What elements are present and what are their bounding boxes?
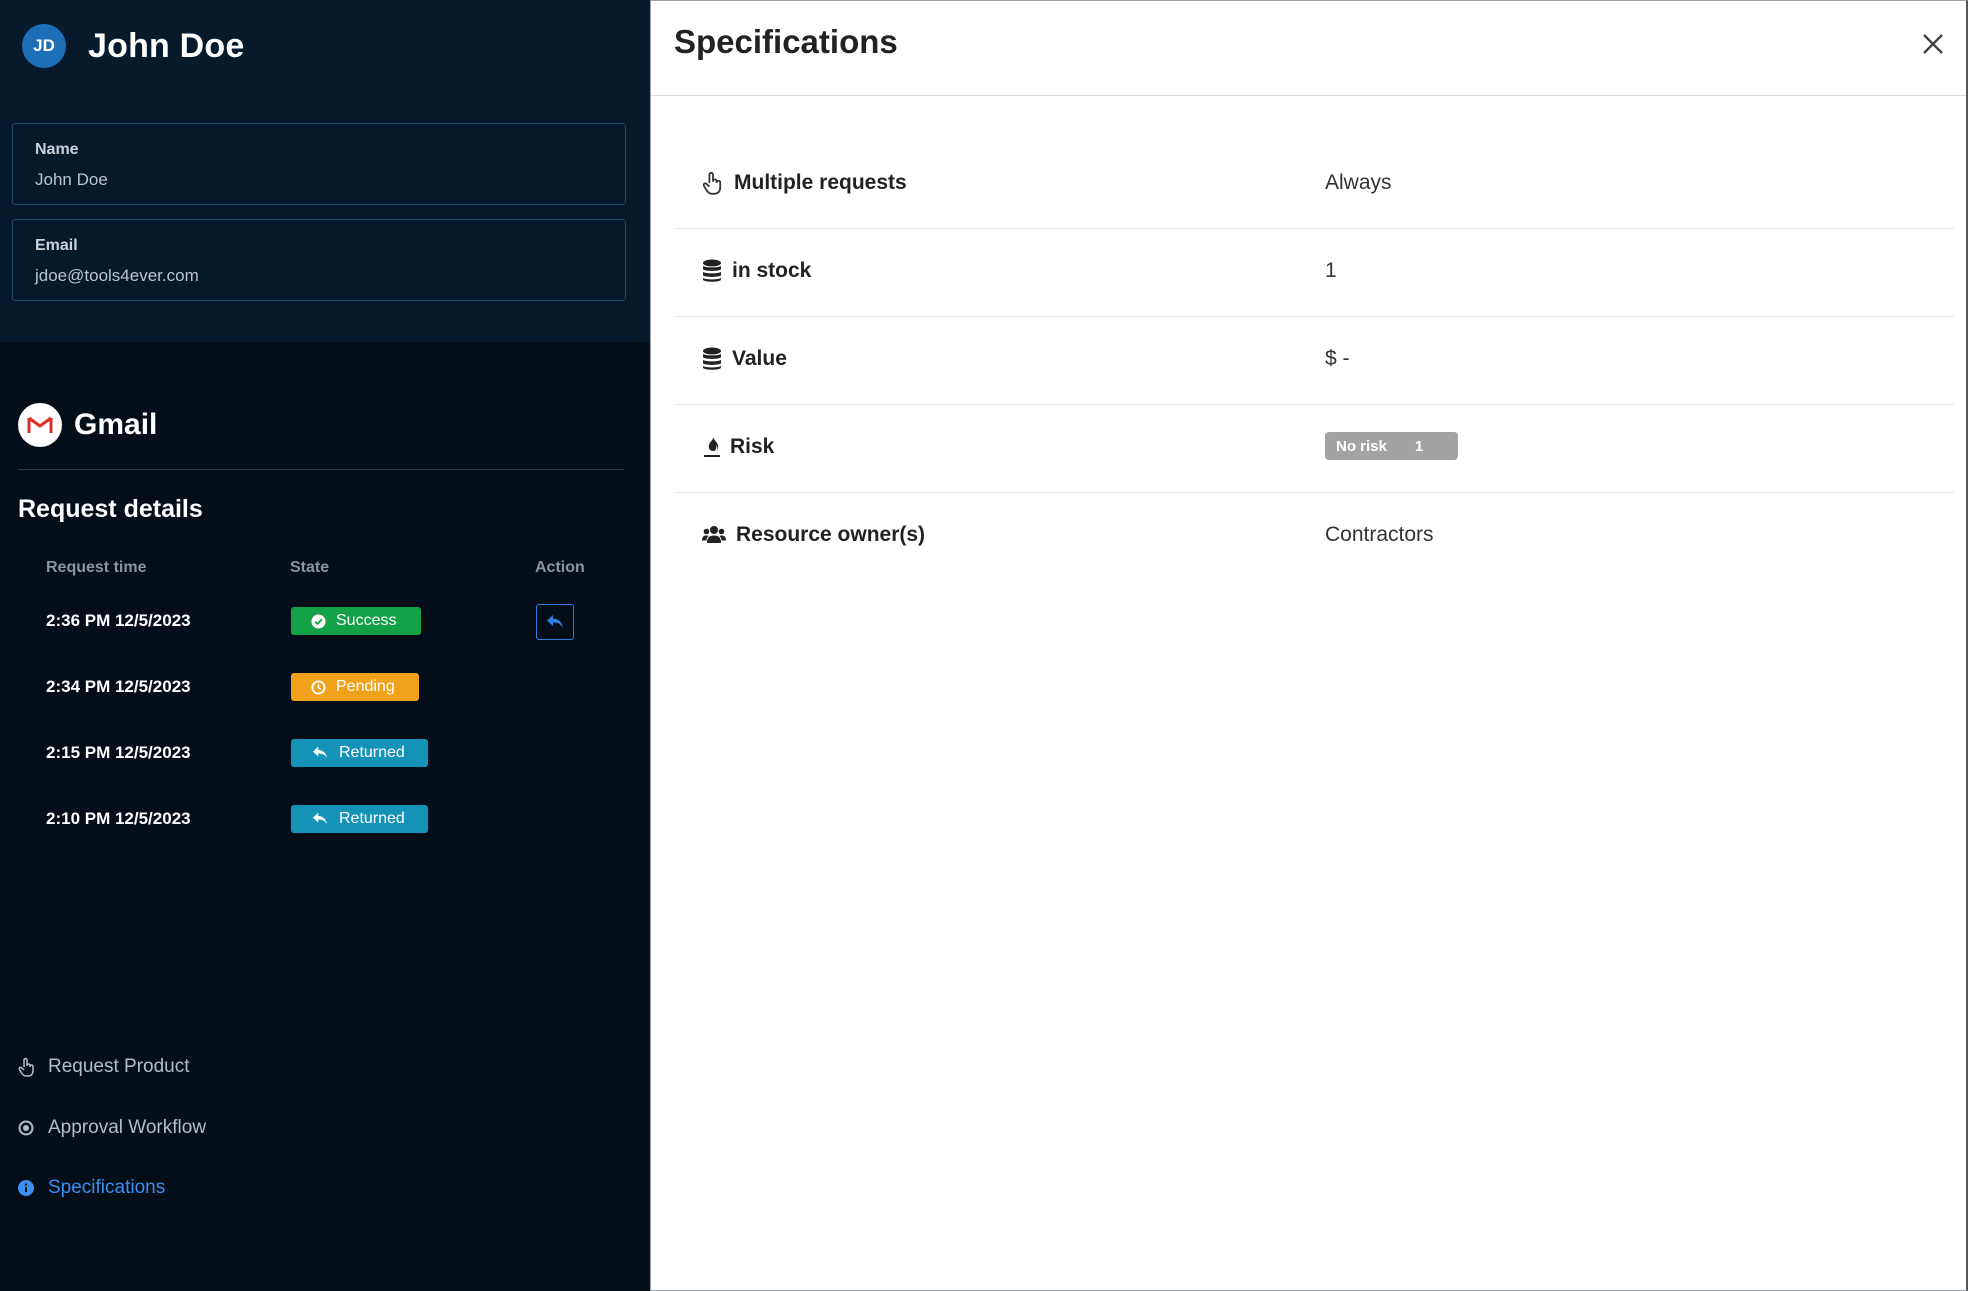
hand-pointer-icon bbox=[18, 1057, 40, 1077]
check-circle-icon bbox=[311, 613, 326, 629]
page-title: Specifications bbox=[674, 23, 898, 60]
nav-item-label: Specifications bbox=[48, 1177, 166, 1198]
status-badge-label: Returned bbox=[339, 810, 405, 827]
spec-value: $ - bbox=[1325, 347, 1350, 370]
header-divider bbox=[651, 95, 1966, 96]
spec-row-multiple-requests: Multiple requests Always bbox=[674, 141, 1954, 229]
avatar: JD bbox=[22, 24, 66, 68]
spec-value: Always bbox=[1325, 171, 1392, 194]
email-field-value: jdoe@tools4ever.com bbox=[35, 266, 199, 285]
app-name: Gmail bbox=[74, 408, 158, 441]
nav-item-label: Request Product bbox=[48, 1056, 190, 1077]
return-action-button[interactable] bbox=[536, 604, 574, 640]
table-row-time: 2:36 PM 12/5/2023 bbox=[46, 611, 191, 630]
email-field[interactable]: Email jdoe@tools4ever.com bbox=[12, 219, 626, 301]
table-row-time: 2:10 PM 12/5/2023 bbox=[46, 809, 191, 828]
fire-icon bbox=[702, 432, 728, 462]
spec-label: Multiple requests bbox=[734, 171, 907, 194]
spec-row-value: Value $ - bbox=[674, 317, 1954, 405]
return-arrow-icon bbox=[547, 615, 563, 628]
user-name-heading: John Doe bbox=[88, 26, 245, 65]
hand-pointer-icon bbox=[702, 168, 728, 198]
column-header-state: State bbox=[290, 559, 330, 576]
info-circle-icon bbox=[18, 1180, 40, 1196]
gmail-logo bbox=[18, 403, 62, 447]
table-row-time: 2:15 PM 12/5/2023 bbox=[46, 743, 191, 762]
risk-badge-label: No risk bbox=[1336, 437, 1387, 455]
close-button[interactable] bbox=[1916, 27, 1950, 61]
user-info-section: JD John Doe Name John Doe Email jdoe@too… bbox=[0, 0, 650, 342]
nav-item-request-product[interactable]: Request Product bbox=[18, 1056, 190, 1078]
name-field-value: John Doe bbox=[35, 170, 108, 189]
spec-row-in-stock: in stock 1 bbox=[674, 229, 1954, 317]
spec-label: in stock bbox=[732, 259, 812, 282]
table-row-time: 2:34 PM 12/5/2023 bbox=[46, 677, 191, 696]
name-field[interactable]: Name John Doe bbox=[12, 123, 626, 205]
spec-value: 1 bbox=[1325, 259, 1337, 282]
database-icon bbox=[702, 256, 728, 286]
app-header: Gmail bbox=[18, 403, 157, 447]
spec-value: Contractors bbox=[1325, 523, 1434, 546]
status-badge-pending: Pending bbox=[291, 673, 419, 701]
risk-badge: No risk 1 bbox=[1325, 432, 1458, 460]
risk-badge-count: 1 bbox=[1414, 437, 1424, 455]
status-badge-label: Returned bbox=[339, 744, 405, 761]
status-badge-label: Pending bbox=[336, 678, 395, 695]
name-field-label: Name bbox=[35, 141, 79, 158]
email-field-label: Email bbox=[35, 237, 78, 254]
return-icon bbox=[312, 746, 328, 759]
close-icon bbox=[1923, 34, 1943, 54]
spec-label: Value bbox=[732, 347, 787, 370]
dot-circle-icon bbox=[18, 1120, 40, 1136]
specifications-panel: Specifications Multiple requests Always … bbox=[650, 0, 1968, 1291]
user-header: JD John Doe bbox=[22, 24, 245, 68]
users-icon bbox=[702, 520, 728, 550]
nav-item-label: Approval Workflow bbox=[48, 1117, 207, 1138]
nav-item-specifications[interactable]: Specifications bbox=[18, 1177, 165, 1199]
return-icon bbox=[312, 812, 328, 825]
status-badge-success: Success bbox=[291, 607, 421, 635]
status-badge-label: Success bbox=[336, 612, 397, 629]
request-details-title: Request details bbox=[18, 495, 203, 523]
status-badge-returned: Returned bbox=[291, 805, 428, 833]
status-badge-returned: Returned bbox=[291, 739, 428, 767]
user-panel: JD John Doe Name John Doe Email jdoe@too… bbox=[0, 0, 660, 1291]
spec-label: Resource owner(s) bbox=[736, 523, 926, 546]
nav-item-approval-workflow[interactable]: Approval Workflow bbox=[18, 1117, 206, 1139]
spec-row-risk: Risk No risk 1 bbox=[674, 405, 1954, 493]
spec-label: Risk bbox=[730, 435, 775, 458]
column-header-action: Action bbox=[535, 559, 585, 576]
divider bbox=[18, 469, 624, 470]
spec-row-resource-owners: Resource owner(s) Contractors bbox=[674, 493, 1954, 581]
database-icon bbox=[702, 344, 728, 374]
clock-icon bbox=[311, 679, 326, 695]
column-header-request-time: Request time bbox=[46, 559, 147, 576]
